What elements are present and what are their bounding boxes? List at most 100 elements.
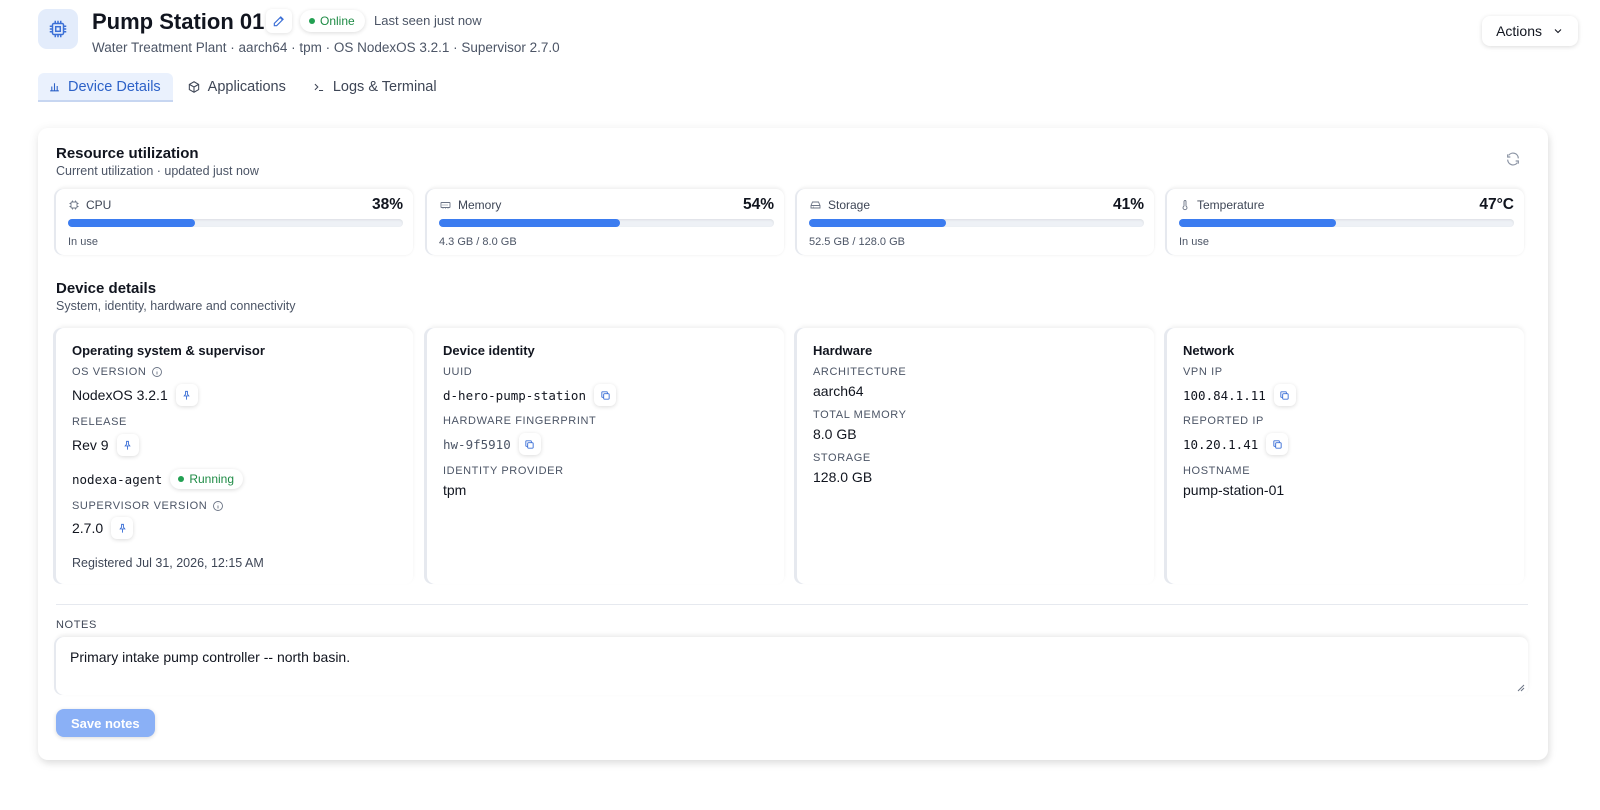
refresh-icon: [1507, 152, 1519, 166]
tab-label: Logs & Terminal: [332, 78, 437, 95]
metric-label: Memory: [439, 198, 501, 212]
pin-icon: [118, 523, 126, 533]
copy-vpn-ip-button[interactable]: [1273, 384, 1296, 406]
metric-foot: 4.3 GB / 8.0 GB: [439, 236, 517, 248]
agent-name: nodexa-agent: [72, 471, 163, 487]
copy-icon: [525, 439, 534, 449]
metric-label-text: CPU: [86, 198, 112, 212]
notes-text: Primary intake pump controller -- north …: [70, 649, 351, 665]
copy-reported-ip-button[interactable]: [1266, 433, 1289, 455]
info-icon: [213, 501, 224, 511]
metric-value: 41%: [1112, 196, 1144, 213]
card-network: Network VPN IP 100.84.1.11 REPORTED IP 1…: [1167, 328, 1524, 584]
cpu-icon: [69, 200, 79, 210]
progress-fill: [68, 219, 196, 227]
metric-label: Temperature: [1179, 198, 1264, 212]
actions-label: Actions: [1496, 23, 1542, 39]
uuid-label: UUID: [443, 366, 473, 378]
provider-label: IDENTITY PROVIDER: [443, 465, 564, 477]
supervisor-version-row: 2.7.0: [72, 517, 134, 539]
terminal-icon: [312, 80, 326, 94]
device-details-panel: Resource utilization Current utilization…: [38, 128, 1548, 760]
pin-os-version-button[interactable]: [175, 384, 198, 406]
agent-row: nodexa-agent Running: [72, 469, 244, 489]
supervisor-version-label: SUPERVISOR VERSION: [72, 500, 224, 512]
tab-device-details[interactable]: Device Details: [38, 73, 173, 100]
chevron-down-icon: [1554, 29, 1562, 34]
total-memory-label: TOTAL MEMORY: [813, 409, 907, 421]
progress-fill: [809, 219, 947, 227]
registered-date: Registered Jul 31, 2026, 12:15 AM: [72, 556, 264, 570]
card-os-supervisor: Operating system & supervisor OS VERSION…: [56, 328, 413, 584]
progress-fill: [439, 219, 620, 227]
device-subtitle: Water Treatment Plant · aarch64 · tpm · …: [92, 40, 560, 55]
resource-utilization-subtitle: Current utilization · updated just now: [56, 164, 259, 178]
running-dot-icon: [178, 476, 185, 482]
field-label-text: SUPERVISOR VERSION: [72, 500, 208, 512]
pin-supervisor-button[interactable]: [111, 517, 134, 539]
hostname-value: pump-station-01: [1183, 482, 1285, 498]
reported-ip-value: 10.20.1.41: [1183, 436, 1259, 452]
metric-value: 54%: [742, 196, 774, 213]
architecture-value: aarch64: [813, 383, 864, 399]
card-hardware: Hardware ARCHITECTURE aarch64 TOTAL MEMO…: [797, 328, 1154, 584]
metric-foot: In use: [68, 236, 98, 248]
refresh-button[interactable]: [1502, 148, 1524, 170]
metric-foot: In use: [1179, 236, 1209, 248]
metric-label: Storage: [809, 198, 870, 212]
device-details-subtitle: System, identity, hardware and connectiv…: [56, 299, 296, 313]
metric-card-temperature: Temperature 47°C In use: [1167, 189, 1524, 255]
info-icon: [152, 367, 163, 377]
metric-label-text: Storage: [828, 198, 871, 212]
agent-status-badge: Running: [170, 469, 244, 489]
pencil-icon: [273, 16, 284, 27]
metric-label-text: Temperature: [1197, 198, 1265, 212]
notes-label: NOTES: [56, 619, 97, 631]
notes-textarea[interactable]: Primary intake pump controller -- north …: [56, 637, 1528, 695]
metric-card-storage: Storage 41% 52.5 GB / 128.0 GB: [797, 189, 1154, 255]
online-dot-icon: [309, 18, 315, 24]
tab-logs-terminal[interactable]: Logs & Terminal: [302, 73, 449, 100]
provider-value: tpm: [443, 482, 467, 498]
last-seen-text: Last seen just now: [374, 13, 482, 28]
actions-dropdown-button[interactable]: Actions: [1482, 16, 1578, 46]
reported-ip-label: REPORTED IP: [1183, 415, 1264, 427]
card-device-identity: Device identity UUID d-hero-pump-station…: [427, 328, 784, 584]
progress-bar: [1179, 219, 1514, 227]
progress-bar: [439, 219, 774, 227]
uuid-row: d-hero-pump-station: [443, 384, 616, 406]
release-value: Rev 9: [72, 437, 109, 453]
status-label: Online: [320, 14, 355, 28]
storage-value: 128.0 GB: [813, 469, 873, 485]
save-notes-button[interactable]: Save notes: [56, 709, 155, 737]
vpn-ip-row: 100.84.1.11: [1183, 384, 1296, 406]
copy-uuid-button[interactable]: [594, 384, 616, 406]
status-badge: Online: [300, 10, 365, 32]
copy-icon: [1280, 390, 1289, 400]
memory-icon: [440, 202, 451, 209]
release-row: Rev 9: [72, 434, 139, 456]
progress-bar: [68, 219, 403, 227]
pin-release-button[interactable]: [116, 434, 139, 456]
total-memory-value: 8.0 GB: [813, 426, 857, 442]
os-version-value: NodexOS 3.2.1: [72, 387, 168, 403]
release-label: RELEASE: [72, 416, 127, 428]
storage-icon: [810, 201, 821, 209]
tab-label: Device Details: [68, 78, 161, 95]
fingerprint-label: HARDWARE FINGERPRINT: [443, 415, 597, 427]
metric-value: 47°C: [1479, 196, 1514, 213]
pin-icon: [183, 390, 190, 400]
storage-label: STORAGE: [813, 452, 871, 464]
metric-card-memory: Memory 54% 4.3 GB / 8.0 GB: [427, 189, 784, 255]
edit-name-button[interactable]: [266, 9, 292, 33]
metric-value: 38%: [371, 196, 403, 213]
fingerprint-value: hw-9f5910: [443, 436, 511, 452]
supervisor-version-value: 2.7.0: [72, 520, 104, 536]
resource-utilization-title: Resource utilization: [56, 145, 199, 162]
card-title: Operating system & supervisor: [72, 343, 265, 358]
tab-applications[interactable]: Applications: [177, 73, 298, 100]
copy-fingerprint-button[interactable]: [518, 433, 541, 455]
metric-card-cpu: CPU 38% In use: [56, 189, 413, 255]
resize-grip-icon[interactable]: [1517, 684, 1525, 692]
vpn-ip-value: 100.84.1.11: [1183, 387, 1266, 403]
